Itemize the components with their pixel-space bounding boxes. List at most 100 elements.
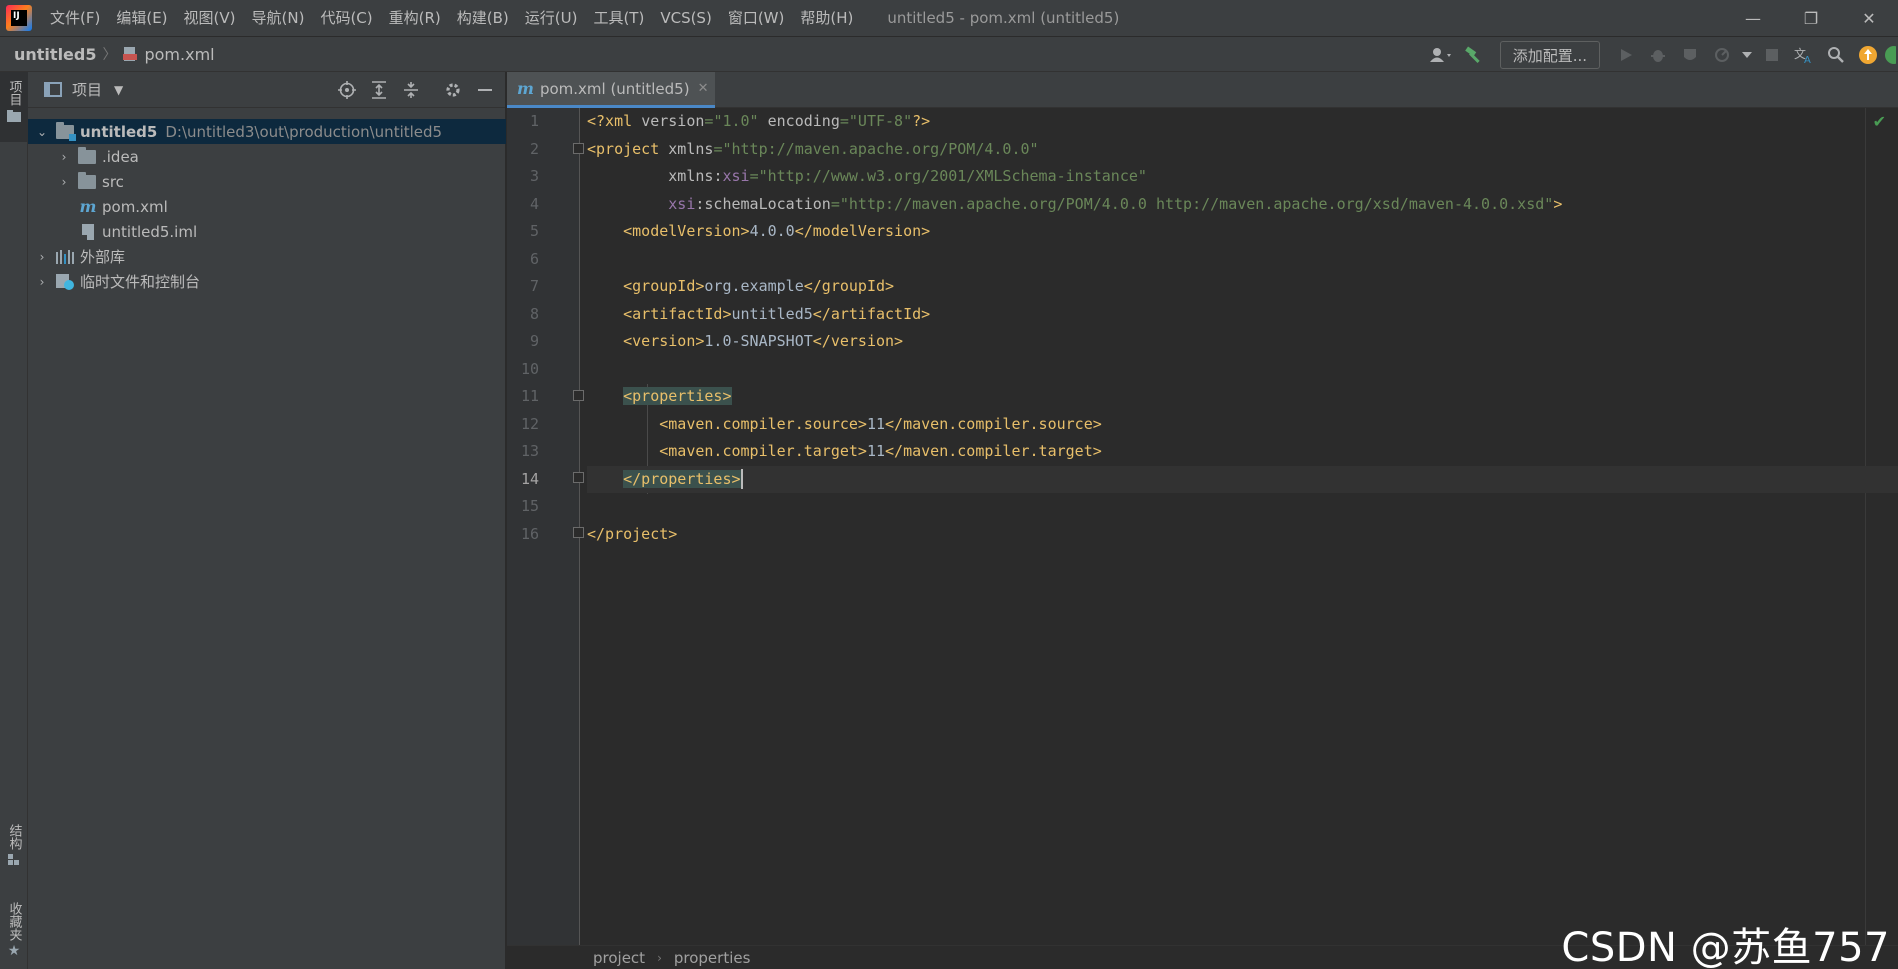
menu-window[interactable]: 窗口(W) — [720, 0, 793, 36]
chevron-right-icon[interactable]: › — [36, 250, 48, 264]
tree-item-iml[interactable]: untitled5.iml — [28, 219, 506, 244]
chevron-down-icon[interactable]: ⌄ — [36, 125, 48, 139]
folder-icon — [78, 146, 96, 164]
tree-item-external-libraries[interactable]: › 外部库 — [28, 244, 506, 269]
line-number-gutter: 1 2 3 4 5 6 7 8 9 10 11 12 13 14 15 16 — [507, 108, 584, 945]
close-window-button[interactable]: ✕ — [1840, 0, 1898, 36]
build-hammer-icon[interactable] — [1458, 39, 1490, 71]
tab-pom-xml[interactable]: m pom.xml (untitled5) ✕ — [507, 72, 715, 108]
code-editor[interactable]: 1 2 3 4 5 6 7 8 9 10 11 12 13 14 15 16 <… — [507, 108, 1898, 945]
collapse-all-icon[interactable] — [395, 74, 427, 106]
coverage-icon[interactable] — [1674, 39, 1706, 71]
menu-run[interactable]: 运行(U) — [517, 0, 586, 36]
main-toolbar: 添加配置... 文A — [1426, 37, 1898, 73]
locate-file-icon[interactable] — [331, 74, 363, 106]
window-controls: — ❐ ✕ — [1724, 0, 1898, 36]
chevron-down-icon[interactable]: ▼ — [114, 83, 123, 97]
tree-item-pom[interactable]: m pom.xml — [28, 194, 506, 219]
favorites-tool-tab[interactable]: 收藏夹 ★ — [0, 902, 28, 968]
menu-vcs[interactable]: VCS(S) — [652, 0, 719, 36]
tree-item-label: .idea — [102, 147, 139, 166]
restore-button[interactable]: ❐ — [1782, 0, 1840, 36]
debug-icon[interactable] — [1642, 39, 1674, 71]
project-tab-label: 项目 — [6, 80, 22, 106]
fold-marker-icon[interactable] — [573, 472, 584, 483]
breadcrumb-project-tag[interactable]: project — [593, 949, 645, 967]
tree-item-path: D:\untitled3\out\production\untitled5 — [165, 122, 443, 141]
profile-icon[interactable] — [1706, 39, 1738, 71]
favorites-tab-label: 收藏夹 — [6, 902, 22, 941]
project-panel-header: 项目 ▼ — [28, 72, 505, 108]
code-line-16: </project> — [587, 524, 678, 543]
menu-edit[interactable]: 编辑(E) — [108, 0, 175, 36]
menu-help[interactable]: 帮助(H) — [792, 0, 861, 36]
intellij-logo-icon[interactable]: IJ — [6, 5, 32, 31]
run-icon[interactable] — [1610, 39, 1642, 71]
project-panel: 项目 ▼ ⌄ untitled5 D:\untitled3\out\produc… — [28, 72, 506, 969]
fold-marker-icon[interactable] — [573, 390, 584, 401]
tree-item-idea[interactable]: › .idea — [28, 144, 506, 169]
maven-file-icon: m — [79, 197, 97, 216]
menu-refactor[interactable]: 重构(R) — [381, 0, 449, 36]
line-number: 5 — [529, 222, 539, 240]
line-number: 12 — [520, 414, 539, 433]
chevron-right-icon[interactable]: › — [36, 275, 48, 289]
text-caret — [740, 469, 743, 489]
chevron-right-icon[interactable]: › — [58, 150, 70, 164]
tree-item-scratches[interactable]: › 临时文件和控制台 — [28, 269, 506, 294]
project-panel-title[interactable]: 项目 — [72, 79, 102, 100]
tree-item-label: src — [102, 172, 124, 191]
star-icon: ★ — [7, 943, 21, 959]
menu-code[interactable]: 代码(C) — [312, 0, 380, 36]
breadcrumb-project[interactable]: untitled5 — [14, 45, 96, 64]
user-icon[interactable] — [1426, 39, 1458, 71]
tree-item-label: untitled5 — [80, 122, 158, 141]
scratches-icon — [56, 273, 74, 290]
expand-all-icon[interactable] — [363, 74, 395, 106]
project-view-icon — [44, 82, 62, 97]
code-line-11: <properties> — [623, 387, 732, 405]
fold-marker-icon[interactable] — [573, 527, 584, 538]
menu-navigate[interactable]: 导航(N) — [244, 0, 313, 36]
line-number: 3 — [529, 167, 539, 185]
structure-icon — [8, 854, 19, 865]
minimize-button[interactable]: — — [1724, 0, 1782, 36]
code-area[interactable]: <?xml version="1.0" encoding="UTF-8"?> <… — [587, 108, 1898, 945]
chevron-down-icon[interactable] — [1738, 39, 1756, 71]
line-number-current: 14 — [520, 469, 539, 488]
title-bar: IJ 文件(F) 编辑(E) 视图(V) 导航(N) 代码(C) 重构(R) 构… — [0, 0, 1898, 36]
library-icon — [56, 249, 74, 264]
gear-icon[interactable] — [437, 74, 469, 106]
breadcrumb-separator: › — [657, 950, 662, 965]
tree-item-module-untitled5[interactable]: ⌄ untitled5 D:\untitled3\out\production\… — [28, 119, 506, 144]
stop-icon[interactable] — [1756, 39, 1788, 71]
plugin-icon[interactable] — [1884, 39, 1898, 71]
update-icon[interactable] — [1852, 39, 1884, 71]
svg-text:A: A — [1804, 55, 1811, 64]
menu-tools[interactable]: 工具(T) — [585, 0, 652, 36]
menu-build[interactable]: 构建(B) — [449, 0, 517, 36]
search-icon[interactable] — [1820, 39, 1852, 71]
code-line-14: </properties> — [587, 465, 1898, 493]
line-number: 9 — [529, 332, 539, 350]
project-tool-tab[interactable]: 项目 — [0, 72, 28, 142]
fold-marker-icon[interactable] — [573, 143, 584, 154]
hide-panel-icon[interactable] — [469, 74, 501, 106]
inspection-ok-icon[interactable]: ✔ — [1873, 112, 1886, 131]
project-panel-actions — [331, 72, 501, 108]
left-tool-stripe: 项目 结构 收藏夹 ★ — [0, 72, 28, 969]
menu-view[interactable]: 视图(V) — [176, 0, 244, 36]
breadcrumb-file[interactable]: pom.xml — [144, 45, 214, 64]
breadcrumb-properties-tag[interactable]: properties — [674, 949, 751, 967]
translate-icon[interactable]: 文A — [1788, 39, 1820, 71]
chevron-right-icon[interactable]: › — [58, 175, 70, 189]
add-configuration-button[interactable]: 添加配置... — [1499, 41, 1600, 69]
tree-item-label: 临时文件和控制台 — [80, 273, 201, 291]
code-line-13: <maven.compiler.target>11</maven.compile… — [659, 442, 1102, 460]
tree-item-src[interactable]: › src — [28, 169, 506, 194]
menu-file[interactable]: 文件(F) — [42, 0, 108, 36]
code-line-2: <project xmlns="http://maven.apache.org/… — [587, 139, 1039, 158]
folder-icon — [7, 110, 21, 122]
structure-tool-tab[interactable]: 结构 — [0, 824, 28, 888]
close-icon[interactable]: ✕ — [698, 81, 709, 96]
